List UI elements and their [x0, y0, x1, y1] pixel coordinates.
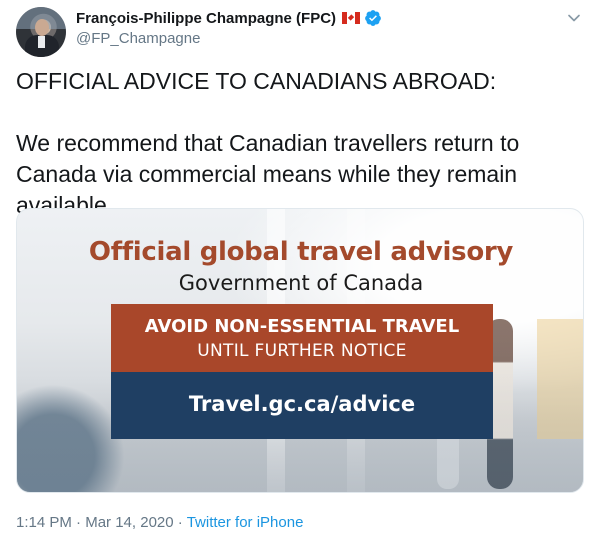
- author-name-line: François-Philippe Champagne (FPC): [76, 9, 382, 27]
- tweet-source-link[interactable]: Twitter for iPhone: [187, 514, 304, 531]
- meta-separator: ·: [76, 514, 82, 531]
- advisory-warning: AVOID NON-ESSENTIAL TRAVEL: [144, 316, 460, 337]
- avatar[interactable]: [16, 7, 66, 57]
- advisory-title: Official global travel advisory: [88, 237, 514, 267]
- advisory-notice: UNTIL FURTHER NOTICE: [197, 341, 407, 361]
- advisory-red-banner: AVOID NON-ESSENTIAL TRAVEL UNTIL FURTHER…: [111, 304, 493, 372]
- advisory-blue-banner: Travel.gc.ca/advice: [111, 372, 493, 439]
- meta-separator: ·: [177, 514, 183, 531]
- canada-flag-icon: [342, 12, 361, 24]
- chevron-down-icon[interactable]: [564, 8, 584, 28]
- tweet-date[interactable]: Mar 14, 2020: [85, 514, 173, 531]
- tweet-meta: 1:14 PM · Mar 14, 2020 · Twitter for iPh…: [16, 514, 303, 531]
- author-handle[interactable]: @FP_Champagne: [76, 30, 200, 47]
- author-display-name[interactable]: François-Philippe Champagne (FPC): [76, 10, 336, 27]
- verified-badge-icon: [365, 10, 381, 26]
- tweet-image[interactable]: Official global travel advisory Governme…: [16, 208, 584, 493]
- tweet-text: OFFICIAL ADVICE TO CANADIANS ABROAD: We …: [16, 66, 584, 221]
- tweet-time[interactable]: 1:14 PM: [16, 514, 72, 531]
- tweet: François-Philippe Champagne (FPC) @FP_Ch…: [0, 0, 600, 542]
- tweet-text-line1: OFFICIAL ADVICE TO CANADIANS ABROAD:: [16, 68, 497, 94]
- advisory-subtitle: Government of Canada: [178, 271, 424, 295]
- advisory-url: Travel.gc.ca/advice: [188, 392, 416, 416]
